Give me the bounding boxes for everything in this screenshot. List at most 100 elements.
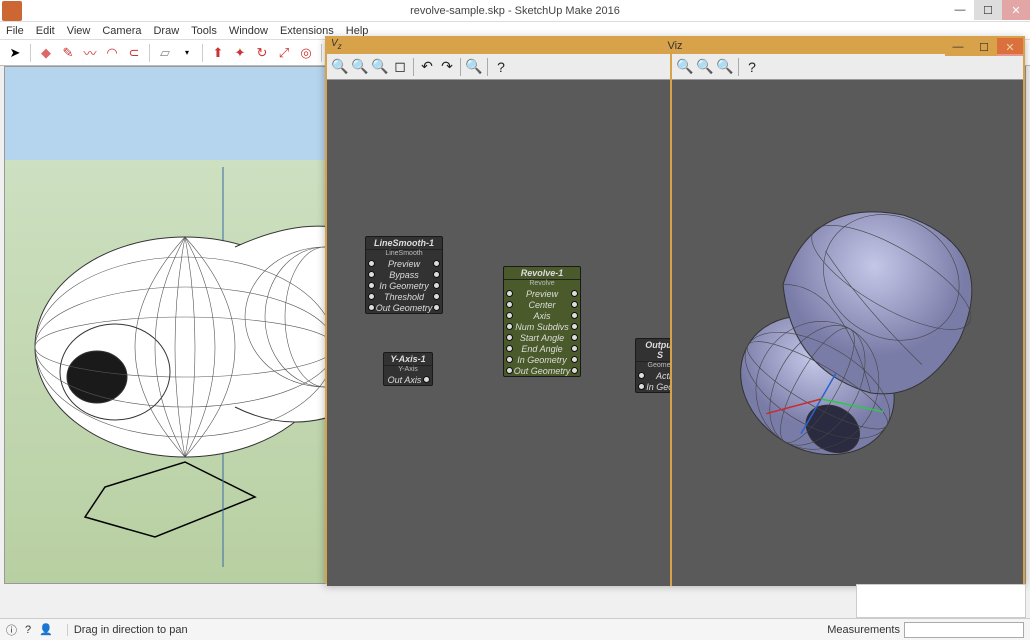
help-icon[interactable]: ? xyxy=(492,58,510,76)
port-icon[interactable] xyxy=(506,334,513,341)
viz-titlebar[interactable]: Vz Viz — ☐ ✕ xyxy=(327,38,1023,54)
port-icon[interactable] xyxy=(506,367,513,374)
menu-help[interactable]: Help xyxy=(346,25,369,37)
port-icon[interactable] xyxy=(506,356,513,363)
port-icon[interactable] xyxy=(368,304,375,311)
zoom-fit-icon[interactable]: 🔍 xyxy=(716,58,734,76)
viz-title-text: Viz xyxy=(327,40,1023,52)
port-label: In Geometry xyxy=(375,281,433,291)
node-title: LineSmooth-1 xyxy=(366,237,442,250)
port-icon[interactable] xyxy=(506,323,513,330)
viz-close-button[interactable]: ✕ xyxy=(997,38,1023,56)
node-subtitle: Revolve xyxy=(504,280,580,288)
person-icon[interactable]: 👤 xyxy=(39,623,53,636)
viz-maximize-button[interactable]: ☐ xyxy=(971,38,997,56)
offset-icon[interactable]: ◎ xyxy=(297,44,315,62)
port-label: End Angle xyxy=(513,344,571,354)
port-icon[interactable] xyxy=(571,345,578,352)
port-icon[interactable] xyxy=(506,312,513,319)
port-icon[interactable] xyxy=(433,260,440,267)
port-icon[interactable] xyxy=(638,372,645,379)
viz-minimize-button[interactable]: — xyxy=(945,38,971,56)
measurements-input[interactable] xyxy=(904,622,1024,638)
help-circle-icon[interactable]: ⓘ xyxy=(6,622,17,638)
port-label: Preview xyxy=(513,289,571,299)
rectangle-icon[interactable]: ▱ xyxy=(156,44,174,62)
port-label: Threshold xyxy=(375,292,433,302)
menu-edit[interactable]: Edit xyxy=(36,25,55,37)
minimize-button[interactable]: — xyxy=(946,0,974,20)
viz-preview-panel: 🔍 🔍 🔍 ? xyxy=(672,54,1023,586)
node-revolve[interactable]: Revolve-1 Revolve Preview Center Axis Nu… xyxy=(503,266,581,377)
arc2-icon[interactable]: ⊂ xyxy=(125,44,143,62)
zoom-sel-icon[interactable]: ◻ xyxy=(391,58,409,76)
port-label: In Geometry xyxy=(513,355,571,365)
node-subtitle: Y-Axis xyxy=(384,366,432,374)
node-yaxis[interactable]: Y-Axis-1 Y-Axis Out Axis xyxy=(383,352,433,386)
pushpull-icon[interactable]: ⬆ xyxy=(209,44,227,62)
scale-icon[interactable]: ⤢ xyxy=(275,44,293,62)
viz-left-toolbar: 🔍 🔍 🔍 ◻ ↶ ↷ 🔍 ? xyxy=(327,54,670,80)
help-icon[interactable]: ? xyxy=(743,58,761,76)
undo-icon[interactable]: ↶ xyxy=(418,58,436,76)
viz-node-canvas[interactable]: LineSmooth-1 LineSmooth Preview Bypass I… xyxy=(327,80,670,586)
zoom-fit-icon[interactable]: 🔍 xyxy=(371,58,389,76)
port-icon[interactable] xyxy=(368,282,375,289)
port-icon[interactable] xyxy=(571,301,578,308)
node-linesmooth[interactable]: LineSmooth-1 LineSmooth Preview Bypass I… xyxy=(365,236,443,314)
main-titlebar: revolve-sample.skp - SketchUp Make 2016 … xyxy=(0,0,1030,22)
port-icon[interactable] xyxy=(506,345,513,352)
port-icon[interactable] xyxy=(368,293,375,300)
port-icon[interactable] xyxy=(571,323,578,330)
menu-camera[interactable]: Camera xyxy=(102,25,141,37)
maximize-button[interactable]: ☐ xyxy=(974,0,1002,20)
port-icon[interactable] xyxy=(423,376,430,383)
viz-3d-preview[interactable] xyxy=(672,80,1023,586)
arc-icon[interactable]: ◠ xyxy=(103,44,121,62)
search-icon[interactable]: 🔍 xyxy=(465,58,483,76)
menu-tools[interactable]: Tools xyxy=(191,25,217,37)
move-icon[interactable]: ✦ xyxy=(231,44,249,62)
redo-icon[interactable]: ↷ xyxy=(438,58,456,76)
port-icon[interactable] xyxy=(433,282,440,289)
zoom-in-icon[interactable]: 🔍 xyxy=(676,58,694,76)
info-circle-icon[interactable]: ? xyxy=(25,624,31,636)
port-icon[interactable] xyxy=(368,260,375,267)
pencil-icon[interactable]: ✎ xyxy=(59,44,77,62)
menu-view[interactable]: View xyxy=(67,25,91,37)
viz-node-panel: 🔍 🔍 🔍 ◻ ↶ ↷ 🔍 ? xyxy=(327,54,672,586)
port-icon[interactable] xyxy=(571,367,578,374)
port-icon[interactable] xyxy=(433,304,440,311)
viz-window: Vz Viz — ☐ ✕ 🔍 🔍 🔍 ◻ ↶ ↷ 🔍 ? xyxy=(325,36,1025,584)
measurements-panel xyxy=(856,584,1026,618)
eraser-icon[interactable]: ◆ xyxy=(37,44,55,62)
select-tool-icon[interactable]: ➤ xyxy=(6,44,24,62)
port-icon[interactable] xyxy=(506,290,513,297)
viz-right-toolbar: 🔍 🔍 🔍 ? xyxy=(672,54,1023,80)
zoom-in-icon[interactable]: 🔍 xyxy=(331,58,349,76)
menu-window[interactable]: Window xyxy=(229,25,268,37)
port-icon[interactable] xyxy=(506,301,513,308)
port-label: Preview xyxy=(375,259,433,269)
node-output[interactable]: Output S Geomet Acti In Geom xyxy=(635,338,670,393)
dropdown-icon[interactable]: ▾ xyxy=(178,44,196,62)
rotate-icon[interactable]: ↻ xyxy=(253,44,271,62)
menu-file[interactable]: File xyxy=(6,25,24,37)
port-icon[interactable] xyxy=(571,334,578,341)
zoom-out-icon[interactable]: 🔍 xyxy=(351,58,369,76)
freehand-icon[interactable]: 〰 xyxy=(81,44,99,62)
port-label: Out Geometry xyxy=(513,366,571,376)
port-icon[interactable] xyxy=(571,290,578,297)
close-button[interactable]: ✕ xyxy=(1002,0,1030,20)
port-icon[interactable] xyxy=(433,293,440,300)
port-icon[interactable] xyxy=(638,383,645,390)
node-title: Y-Axis-1 xyxy=(384,353,432,366)
port-icon[interactable] xyxy=(368,271,375,278)
port-icon[interactable] xyxy=(433,271,440,278)
statusbar: ⓘ ? 👤 Drag in direction to pan Measureme… xyxy=(0,618,1030,640)
menu-extensions[interactable]: Extensions xyxy=(280,25,334,37)
menu-draw[interactable]: Draw xyxy=(153,25,179,37)
zoom-out-icon[interactable]: 🔍 xyxy=(696,58,714,76)
port-icon[interactable] xyxy=(571,356,578,363)
port-icon[interactable] xyxy=(571,312,578,319)
